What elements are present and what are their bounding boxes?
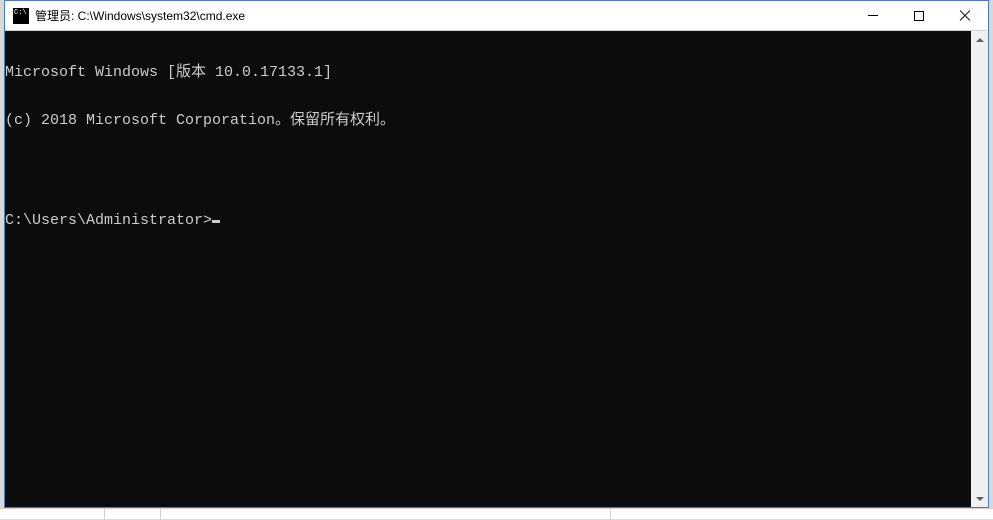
divider: [610, 509, 611, 520]
bottom-border: [0, 508, 993, 519]
cursor-icon: [212, 220, 220, 223]
chevron-down-icon: [976, 497, 984, 501]
console-output-line: (c) 2018 Microsoft Corporation。保留所有权利。: [5, 113, 971, 129]
chevron-up-icon: [976, 38, 984, 42]
close-icon: [959, 10, 971, 22]
minimize-button[interactable]: [850, 1, 896, 30]
console-blank-line: [5, 161, 971, 177]
cmd-window: 管理员: C:\Windows\system32\cmd.exe Microso…: [4, 0, 989, 508]
window-title: 管理员: C:\Windows\system32\cmd.exe: [35, 7, 850, 24]
titlebar[interactable]: 管理员: C:\Windows\system32\cmd.exe: [5, 1, 988, 31]
divider: [160, 509, 161, 520]
scroll-track[interactable]: [971, 48, 988, 490]
close-button[interactable]: [942, 1, 988, 30]
minimize-icon: [868, 15, 878, 16]
console-area[interactable]: Microsoft Windows [版本 10.0.17133.1] (c) …: [5, 31, 971, 507]
cmd-icon: [13, 8, 29, 24]
vertical-scrollbar[interactable]: [971, 31, 988, 507]
scroll-down-button[interactable]: [971, 490, 988, 507]
console-prompt: C:\Users\Administrator>: [5, 213, 212, 229]
scroll-up-button[interactable]: [971, 31, 988, 48]
divider: [104, 509, 105, 520]
window-controls: [850, 1, 988, 30]
maximize-button[interactable]: [896, 1, 942, 30]
console-wrapper: Microsoft Windows [版本 10.0.17133.1] (c) …: [5, 31, 988, 507]
maximize-icon: [914, 11, 924, 21]
console-output-line: Microsoft Windows [版本 10.0.17133.1]: [5, 65, 971, 81]
console-prompt-line: C:\Users\Administrator>: [5, 209, 971, 229]
